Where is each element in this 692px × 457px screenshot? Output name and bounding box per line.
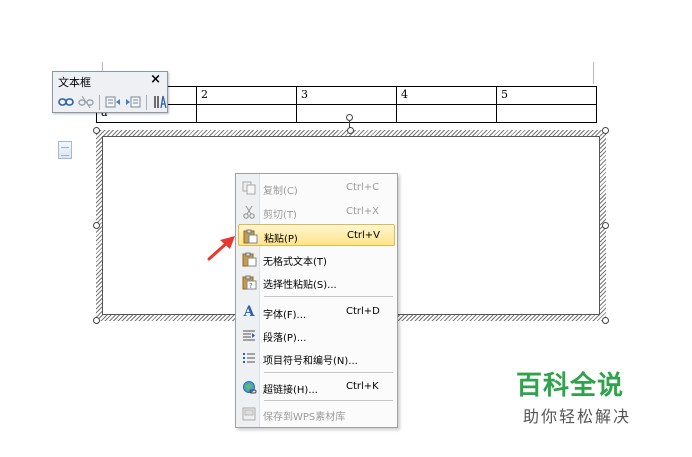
watermark-subtitle: 助你轻松解决 bbox=[523, 407, 632, 426]
menu-item-label: 段落(P)... bbox=[263, 333, 307, 344]
table-cell[interactable]: 2 bbox=[196, 86, 297, 105]
menu-item-paragraph[interactable]: 段落(P)... bbox=[238, 324, 395, 346]
paste-icon bbox=[242, 228, 258, 244]
toolbar-button-row bbox=[56, 93, 170, 111]
hyperlink-icon bbox=[241, 379, 257, 395]
save-library-icon bbox=[241, 406, 257, 422]
menu-item-bullets-numbering[interactable]: 项目符号和编号(N)... bbox=[238, 347, 395, 369]
resize-handle-top-left[interactable] bbox=[93, 127, 100, 134]
unlink-icon[interactable] bbox=[76, 93, 96, 111]
menu-item-font[interactable]: A 字体(F)... Ctrl+D bbox=[238, 301, 395, 323]
menu-separator bbox=[264, 372, 393, 373]
paste-plain-icon bbox=[241, 251, 257, 267]
menu-item-paste-special[interactable]: ? 选择性粘贴(S)... bbox=[238, 271, 395, 293]
resize-handle-bottom-right[interactable] bbox=[602, 317, 609, 324]
menu-item-label: 超链接(H)... bbox=[263, 385, 318, 396]
menu-item-cut[interactable]: 剪切(T) Ctrl+X bbox=[238, 201, 395, 223]
toolbar-title: 文本框 bbox=[58, 76, 91, 89]
resize-handle-middle-left[interactable] bbox=[93, 222, 100, 229]
table-cell[interactable]: 3 bbox=[296, 86, 397, 105]
menu-item-shortcut: Ctrl+D bbox=[346, 306, 380, 317]
red-arrow-icon bbox=[207, 236, 235, 261]
menu-item-copy[interactable]: 复制(C) Ctrl+C bbox=[238, 177, 395, 199]
text-box-left-icon[interactable] bbox=[103, 93, 123, 111]
link-icon[interactable] bbox=[56, 93, 76, 111]
paragraph-icon bbox=[241, 327, 257, 343]
context-menu: 复制(C) Ctrl+C 剪切(T) Ctrl+X 粘贴(P) Ctrl+V 无… bbox=[235, 173, 398, 428]
resize-handle-middle-right[interactable] bbox=[602, 222, 609, 229]
bullets-icon bbox=[241, 350, 257, 366]
toolbar-close-button[interactable]: × bbox=[150, 72, 161, 87]
menu-item-label: 复制(C) bbox=[263, 186, 298, 197]
menu-item-label: 字体(F)... bbox=[263, 310, 307, 321]
resize-handle-bottom-left[interactable] bbox=[93, 317, 100, 324]
textbox-toolbar: 文本框 × bbox=[52, 71, 168, 113]
menu-item-shortcut: Ctrl+C bbox=[346, 182, 380, 193]
menu-item-label: 保存到WPS素材库 bbox=[263, 412, 346, 423]
resize-handle-top-right[interactable] bbox=[602, 127, 609, 134]
text-box-right-icon[interactable] bbox=[123, 93, 143, 111]
paste-special-icon: ? bbox=[241, 274, 257, 290]
cut-icon bbox=[241, 204, 257, 220]
menu-item-label: 无格式文本(T) bbox=[263, 257, 327, 268]
menu-item-label: 粘贴(P) bbox=[264, 234, 298, 245]
menu-item-shortcut: Ctrl+K bbox=[346, 381, 379, 392]
watermark-title: 百科全说 bbox=[516, 371, 625, 401]
table-cell[interactable]: 5 bbox=[496, 86, 597, 105]
page-corner-mark-right bbox=[593, 62, 594, 84]
table-cell[interactable] bbox=[196, 104, 297, 123]
table-cell[interactable] bbox=[496, 104, 597, 123]
svg-text:?: ? bbox=[249, 282, 253, 290]
menu-item-hyperlink[interactable]: 超链接(H)... Ctrl+K bbox=[238, 376, 395, 398]
toolbar-separator bbox=[99, 94, 100, 110]
menu-item-shortcut: Ctrl+X bbox=[346, 206, 380, 217]
rotation-handle[interactable] bbox=[346, 114, 353, 121]
document-icon[interactable] bbox=[58, 141, 72, 159]
menu-item-label: 选择性粘贴(S)... bbox=[263, 280, 337, 291]
copy-icon bbox=[241, 180, 257, 196]
table-row: 2 3 4 5 bbox=[96, 86, 597, 105]
menu-item-paste-plain-text[interactable]: 无格式文本(T) bbox=[238, 248, 395, 270]
menu-item-shortcut: Ctrl+V bbox=[347, 230, 381, 241]
resize-handle-top-center[interactable] bbox=[347, 127, 354, 134]
menu-item-save-to-wps-library[interactable]: 保存到WPS素材库 bbox=[238, 403, 395, 425]
toolbar-separator bbox=[146, 94, 147, 110]
menu-item-paste[interactable]: 粘贴(P) Ctrl+V bbox=[238, 224, 395, 246]
menu-separator bbox=[264, 296, 393, 297]
menu-item-label: 剪切(T) bbox=[263, 210, 297, 221]
table-cell[interactable]: 4 bbox=[396, 86, 497, 105]
text-direction-icon[interactable] bbox=[150, 93, 170, 111]
font-icon: A bbox=[243, 304, 255, 320]
menu-item-label: 项目符号和编号(N)... bbox=[263, 356, 358, 367]
table-cell[interactable] bbox=[396, 104, 497, 123]
menu-separator bbox=[264, 400, 393, 401]
